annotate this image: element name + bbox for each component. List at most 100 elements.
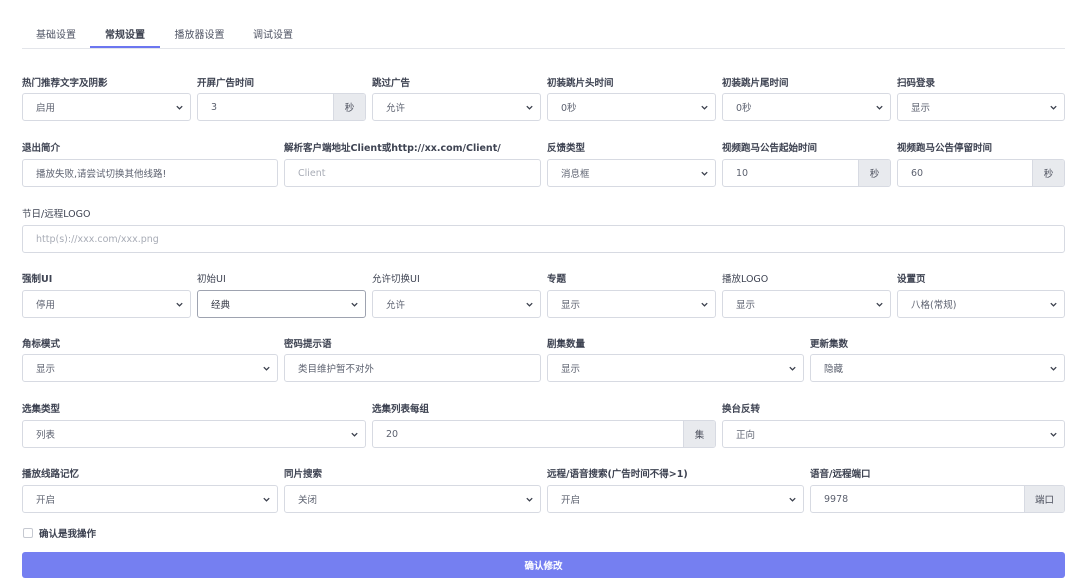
same-search-select[interactable]: 关闭 (284, 485, 541, 513)
hot-text-select[interactable]: 启用 (22, 93, 191, 121)
line-memory-label: 播放线路记忆 (22, 469, 80, 480)
splash-time-unit: 秒 (333, 94, 365, 120)
init-ui-value: 经典 (211, 300, 231, 311)
chevron-down-icon (868, 291, 890, 317)
exit-intro-label: 退出简介 (22, 143, 61, 154)
channel-reverse-value: 正向 (736, 430, 756, 441)
qr-login-label: 扫码登录 (897, 78, 936, 89)
settings-tabs: 基础设置 常规设置 播放器设置 调试设置 (22, 18, 1065, 49)
ep-per-group-unit: 集 (683, 421, 715, 447)
marquee-start-value: 10 (736, 167, 749, 179)
splash-time-value: 3 (211, 101, 218, 113)
voice-search-select[interactable]: 开启 (547, 485, 804, 513)
chevron-down-icon (1042, 291, 1064, 317)
chevron-down-icon (168, 94, 190, 120)
tab-debug[interactable]: 调试设置 (241, 26, 305, 48)
badge-mode-select[interactable]: 显示 (22, 354, 278, 382)
settings-page-select[interactable]: 八格(常规) (897, 290, 1065, 318)
client-url-input[interactable]: Client (284, 159, 541, 187)
pwd-hint-label: 密码提示语 (284, 339, 332, 350)
chevron-down-icon (255, 486, 277, 512)
chevron-down-icon (1042, 94, 1064, 120)
channel-reverse-select[interactable]: 正向 (722, 420, 1065, 448)
skip-head-label: 初装跳片头时间 (547, 78, 614, 89)
tab-basic[interactable]: 基础设置 (22, 26, 90, 48)
hot-text-label: 热门推荐文字及阴影 (22, 78, 108, 89)
chevron-down-icon (255, 355, 277, 381)
line-memory-value: 开启 (36, 495, 56, 506)
allow-switch-ui-select[interactable]: 允许 (372, 290, 541, 318)
splash-time-label: 开屏广告时间 (197, 78, 255, 89)
ep-select-type-value: 列表 (36, 430, 56, 441)
client-url-label: 解析客户端地址Client或http://xx.com/Client/ (284, 143, 501, 154)
badge-mode-value: 显示 (36, 364, 56, 375)
feedback-type-label: 反馈类型 (547, 143, 586, 154)
badge-mode-label: 角标模式 (22, 339, 61, 350)
feedback-type-select[interactable]: 消息框 (547, 159, 716, 187)
voice-search-label: 远程/语音搜索(广告时间不得>1) (547, 469, 688, 480)
skip-tail-label: 初装跳片尾时间 (722, 78, 789, 89)
update-count-select[interactable]: 隐藏 (810, 354, 1065, 382)
channel-reverse-label: 换台反转 (722, 404, 761, 415)
marquee-stay-value: 60 (911, 167, 924, 179)
init-ui-select[interactable]: 经典 (197, 290, 366, 318)
skip-ad-select[interactable]: 允许 (372, 93, 541, 121)
confirm-checkbox-label[interactable]: 确认是我操作 (39, 526, 96, 540)
submit-button[interactable]: 确认修改 (22, 552, 1065, 578)
confirm-checkbox[interactable] (23, 528, 33, 538)
ep-select-type-select[interactable]: 列表 (22, 420, 366, 448)
chevron-down-icon (518, 94, 540, 120)
feedback-type-value: 消息框 (561, 169, 590, 180)
play-logo-select[interactable]: 显示 (722, 290, 891, 318)
chevron-down-icon (343, 421, 365, 447)
ep-per-group-value: 20 (386, 428, 399, 440)
same-search-label: 同片搜索 (284, 469, 323, 480)
skip-ad-value: 允许 (386, 103, 406, 114)
voice-port-input[interactable]: 9978 端口 (810, 485, 1065, 513)
settings-page-label: 设置页 (897, 274, 926, 285)
marquee-stay-label: 视频跑马公告停留时间 (897, 143, 993, 154)
line-memory-select[interactable]: 开启 (22, 485, 278, 513)
holiday-logo-input[interactable]: http(s)://xxx.com/xxx.png (22, 225, 1065, 253)
marquee-stay-input[interactable]: 60 秒 (897, 159, 1065, 187)
update-count-label: 更新集数 (810, 339, 849, 350)
force-ui-select[interactable]: 停用 (22, 290, 191, 318)
marquee-start-label: 视频跑马公告起始时间 (722, 143, 818, 154)
allow-switch-ui-value: 允许 (386, 300, 406, 311)
force-ui-value: 停用 (36, 300, 56, 311)
ep-per-group-input[interactable]: 20 集 (372, 420, 716, 448)
splash-time-input[interactable]: 3秒 (197, 93, 366, 121)
chevron-down-icon (518, 291, 540, 317)
skip-head-select[interactable]: 0秒 (547, 93, 716, 121)
skip-ad-label: 跳过广告 (372, 78, 411, 89)
topic-select[interactable]: 显示 (547, 290, 716, 318)
episode-count-select[interactable]: 显示 (547, 354, 804, 382)
marquee-start-unit: 秒 (858, 160, 890, 186)
chevron-down-icon (781, 355, 803, 381)
hot-text-value: 启用 (36, 103, 56, 114)
topic-label: 专题 (547, 274, 567, 285)
holiday-logo-label: 节日/远程LOGO (22, 209, 91, 220)
chevron-down-icon (343, 291, 365, 317)
marquee-start-input[interactable]: 10 秒 (722, 159, 891, 187)
skip-head-value: 0秒 (561, 103, 577, 114)
chevron-down-icon (168, 291, 190, 317)
pwd-hint-input[interactable]: 类目维护暂不对外 (284, 354, 541, 382)
same-search-value: 关闭 (298, 495, 318, 506)
skip-tail-select[interactable]: 0秒 (722, 93, 891, 121)
tab-general[interactable]: 常规设置 (90, 26, 160, 48)
qr-login-value: 显示 (911, 103, 931, 114)
exit-intro-input[interactable]: 播放失败,请尝试切换其他线路! (22, 159, 278, 187)
chevron-down-icon (693, 291, 715, 317)
exit-intro-value: 播放失败,请尝试切换其他线路! (36, 169, 167, 180)
tab-player[interactable]: 播放器设置 (162, 26, 237, 48)
chevron-down-icon (518, 486, 540, 512)
allow-switch-ui-label: 允许切换UI (372, 274, 420, 285)
chevron-down-icon (693, 94, 715, 120)
qr-login-select[interactable]: 显示 (897, 93, 1065, 121)
chevron-down-icon (693, 160, 715, 186)
episode-count-label: 剧集数量 (547, 339, 586, 350)
client-url-placeholder: Client (298, 167, 326, 179)
init-ui-label: 初始UI (197, 274, 226, 285)
voice-search-value: 开启 (561, 495, 581, 506)
